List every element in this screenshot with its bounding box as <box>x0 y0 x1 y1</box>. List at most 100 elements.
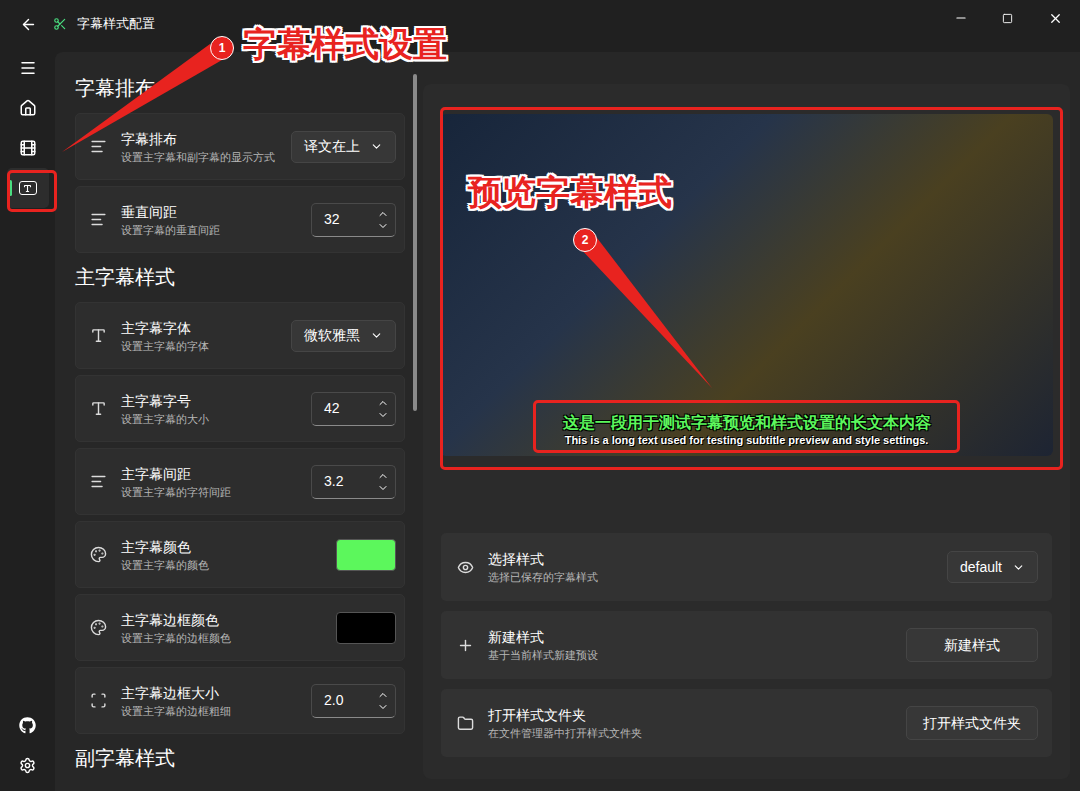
setting-label: 主字幕字体 <box>121 318 277 338</box>
spin-box[interactable]: 32 <box>311 203 396 237</box>
color-swatch[interactable] <box>336 539 396 571</box>
app-window: 字幕样式配置字幕排布字幕排布设置主字幕和副字幕的显示方式译文在上垂直间距设置字幕… <box>0 0 1080 791</box>
action-card: 新建样式基于当前样式新建预设新建样式 <box>441 611 1052 679</box>
action-label: 选择样式 <box>488 549 933 569</box>
settings-section: 字幕排布字幕排布设置主字幕和副字幕的显示方式译文在上垂直间距设置字幕的垂直间距3… <box>75 74 405 253</box>
scrollbar-track <box>413 52 420 791</box>
chevron-down-icon <box>1012 561 1025 574</box>
action-description: 基于当前样式新建预设 <box>488 647 892 663</box>
nav-item[interactable] <box>7 745 49 785</box>
selected-indicator <box>9 180 12 196</box>
nav-item[interactable] <box>7 705 49 745</box>
subtitle-sub: This is a long text used for testing sub… <box>565 433 929 448</box>
setting-label: 主字幕颜色 <box>121 537 322 557</box>
action-description: 在文件管理器中打开样式文件夹 <box>488 725 892 741</box>
up-icon[interactable] <box>377 470 389 482</box>
color-swatch[interactable] <box>336 612 396 644</box>
section-heading: 副字幕样式 <box>75 744 405 772</box>
spin-box[interactable]: 3.2 <box>311 465 396 499</box>
setting-label: 主字幕间距 <box>121 464 297 484</box>
setting-description: 设置主字幕的颜色 <box>121 557 322 573</box>
nav-item[interactable] <box>7 88 49 128</box>
setting-card: 主字幕边框颜色设置主字幕的边框颜色 <box>75 594 405 661</box>
preview-highlight-box <box>440 107 1063 470</box>
annotation-label: 预览字幕样式 <box>468 170 672 214</box>
setting-icon <box>90 327 107 344</box>
section-heading: 主字幕样式 <box>75 263 405 291</box>
action-icon <box>457 715 474 732</box>
down-icon[interactable] <box>377 482 389 494</box>
setting-description: 设置主字幕的大小 <box>121 411 297 427</box>
action-label: 新建样式 <box>488 627 892 647</box>
title-bar: 字幕样式配置 <box>0 0 1080 48</box>
annotation-badge: 2 <box>573 228 597 252</box>
section-heading: 字幕排布 <box>75 74 405 102</box>
setting-description: 设置字幕的垂直间距 <box>121 222 297 238</box>
setting-description: 设置主字幕的边框粗细 <box>121 703 297 719</box>
maximize-icon <box>1002 13 1013 24</box>
setting-description: 设置主字幕和副字幕的显示方式 <box>121 149 277 165</box>
setting-card: 垂直间距设置字幕的垂直间距 32 <box>75 186 405 253</box>
annotation-arrows <box>0 0 1080 791</box>
chevron-down-icon <box>370 140 383 153</box>
action-label: 打开样式文件夹 <box>488 705 892 725</box>
settings-section: 副字幕样式 <box>75 734 405 783</box>
setting-icon <box>90 473 107 490</box>
setting-card: 主字幕边框大小设置主字幕的边框粗细2.0 <box>75 667 405 734</box>
spin-box[interactable]: 42 <box>311 392 396 426</box>
subtitle-main: 这是一段用于测试字幕预览和样式设置的长文本内容 <box>563 413 931 433</box>
setting-description: 设置主字幕的字符间距 <box>121 484 297 500</box>
home-icon <box>19 99 37 117</box>
action-button[interactable]: 打开样式文件夹 <box>906 706 1038 740</box>
down-icon[interactable] <box>377 701 389 713</box>
dropdown[interactable]: 译文在上 <box>291 131 396 163</box>
text-style-icon <box>19 181 37 195</box>
close-icon <box>1048 11 1063 26</box>
maximize-button[interactable] <box>984 0 1030 36</box>
nav-item[interactable] <box>7 168 49 208</box>
setting-label: 垂直间距 <box>121 202 297 222</box>
action-card: 打开样式文件夹在文件管理器中打开样式文件夹打开样式文件夹 <box>441 689 1052 757</box>
close-button[interactable] <box>1030 0 1080 36</box>
dropdown[interactable]: 微软雅黑 <box>291 320 396 352</box>
up-icon[interactable] <box>377 208 389 220</box>
app-logo-icon <box>53 17 67 31</box>
up-icon[interactable] <box>377 397 389 409</box>
action-description: 选择已保存的字幕样式 <box>488 569 933 585</box>
action-button[interactable]: 新建样式 <box>906 628 1038 662</box>
dropdown[interactable]: default <box>947 551 1038 583</box>
setting-icon <box>90 619 107 636</box>
github-icon <box>19 717 36 734</box>
arrow-2-icon <box>578 234 712 388</box>
action-card: 选择样式选择已保存的字幕样式 default <box>441 533 1052 601</box>
setting-card: 主字幕字号设置主字幕的大小 42 <box>75 375 405 442</box>
video-icon <box>19 139 37 157</box>
annotation-badge: 1 <box>210 36 234 60</box>
setting-label: 主字幕字号 <box>121 391 297 411</box>
arrow-1-icon <box>62 44 222 152</box>
down-icon[interactable] <box>377 409 389 421</box>
preview-frame: 这是一段用于测试字幕预览和样式设置的长文本内容This is a long te… <box>440 114 1053 456</box>
minimize-icon <box>954 11 968 25</box>
spin-box[interactable]: 2.0 <box>311 684 396 718</box>
up-icon[interactable] <box>377 689 389 701</box>
down-icon[interactable] <box>377 220 389 232</box>
scrollbar-thumb[interactable] <box>413 74 417 411</box>
nav-item[interactable] <box>7 128 49 168</box>
minimize-button[interactable] <box>938 0 984 36</box>
setting-label: 主字幕边框颜色 <box>121 610 322 630</box>
back-icon[interactable] <box>20 16 37 33</box>
setting-card: 主字幕颜色设置主字幕的颜色 <box>75 521 405 588</box>
subtitle-highlight-box <box>533 400 960 453</box>
setting-icon <box>90 211 107 228</box>
setting-label: 字幕排布 <box>121 129 277 149</box>
nav-highlight-box <box>7 170 57 212</box>
setting-card: 字幕排布设置主字幕和副字幕的显示方式译文在上 <box>75 113 405 180</box>
setting-description: 设置主字幕的字体 <box>121 338 277 354</box>
nav-item[interactable] <box>7 48 49 88</box>
setting-card: 主字幕间距设置主字幕的字符间距 3.2 <box>75 448 405 515</box>
window-title: 字幕样式配置 <box>77 14 155 34</box>
setting-description: 设置主字幕的边框颜色 <box>121 630 322 646</box>
action-icon <box>457 637 474 654</box>
settings-section: 主字幕样式主字幕字体设置主字幕的字体微软雅黑主字幕字号设置主字幕的大小42主字幕… <box>75 253 405 734</box>
